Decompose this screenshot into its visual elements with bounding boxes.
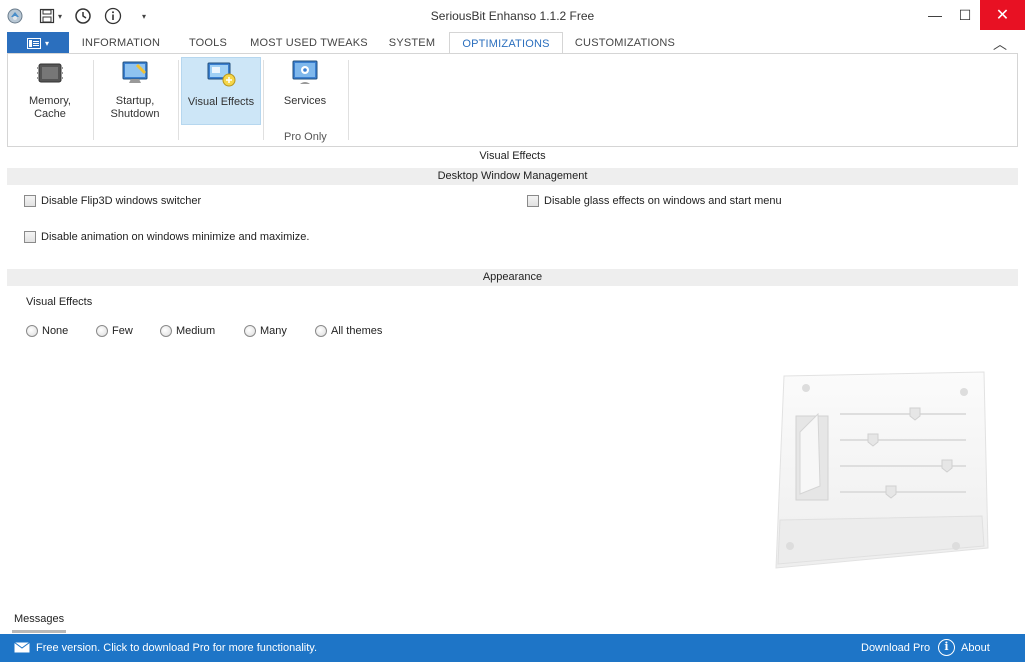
radio-label: Medium [176, 325, 216, 337]
section-appearance: Appearance [7, 269, 1018, 286]
radio-dot[interactable] [315, 325, 327, 337]
file-menu-button[interactable]: ▾ [7, 32, 69, 54]
menu-icon [26, 37, 41, 49]
radio-none[interactable]: None [26, 325, 96, 337]
services-button[interactable]: Services [270, 57, 340, 125]
section-desktop-window-management: Desktop Window Management [7, 168, 1018, 185]
window-title: SeriousBit Enhanso 1.1.2 Free [430, 9, 595, 23]
checkbox-box[interactable] [527, 195, 539, 207]
tab-tools[interactable]: TOOLS [178, 32, 238, 54]
radio-label: Few [112, 325, 133, 337]
page-title: Visual Effects [479, 150, 546, 162]
tab-system[interactable]: SYSTEM [381, 32, 443, 54]
ribbon-separator [348, 60, 349, 140]
chevron-down-icon: ▾ [44, 38, 49, 48]
startup-shutdown-button[interactable]: Startup, Shutdown [100, 57, 170, 125]
radio-dot[interactable] [160, 325, 172, 337]
messages-tab-indicator [12, 630, 66, 633]
tab-most-used-tweaks[interactable]: MOST USED TWEAKS [250, 32, 368, 54]
tab-customizations[interactable]: CUSTOMIZATIONS [570, 32, 680, 54]
memory-cache-label: Memory, Cache [29, 95, 71, 120]
services-icon [289, 57, 321, 89]
ribbon-separator [263, 60, 264, 140]
startup-shutdown-label: Startup, Shutdown [110, 95, 160, 120]
radio-medium[interactable]: Medium [160, 325, 244, 337]
checkbox-label: Disable animation on windows minimize an… [41, 231, 310, 243]
radio-dot[interactable] [96, 325, 108, 337]
checkbox-disable-glass-effects[interactable]: Disable glass effects on windows and sta… [527, 195, 782, 207]
window-controls: — ☐ ✕ [920, 0, 1025, 30]
services-label: Services [283, 95, 327, 107]
radio-few[interactable]: Few [96, 325, 160, 337]
visual-effects-icon [205, 58, 237, 90]
tab-optimizations[interactable]: OPTIMIZATIONS [449, 32, 563, 54]
radio-all-themes[interactable]: All themes [315, 325, 382, 337]
visual-effects-group-label: Visual Effects [26, 296, 93, 308]
maximize-button[interactable]: ☐ [950, 0, 980, 30]
collapse-ribbon-icon[interactable]: ︿ [993, 34, 1007, 54]
memory-chip-icon [34, 57, 66, 89]
checkbox-disable-flip3d[interactable]: Disable Flip3D windows switcher [24, 195, 201, 207]
tweaks-illustration [770, 370, 992, 572]
ribbon-separator [178, 60, 179, 140]
checkbox-disable-animation[interactable]: Disable animation on windows minimize an… [24, 231, 309, 243]
startup-monitor-icon [119, 57, 151, 89]
checkbox-label: Disable Flip3D windows switcher [41, 195, 202, 207]
download-pro-link[interactable]: Download Pro [861, 642, 930, 654]
checkbox-box[interactable] [24, 231, 36, 243]
messages-tab[interactable]: Messages [14, 613, 64, 625]
status-message-link[interactable]: Free version. Click to download Pro for … [36, 642, 317, 654]
about-info-icon[interactable]: i [938, 639, 955, 656]
pro-only-group-label: Pro Only [284, 131, 327, 143]
radio-dot[interactable] [26, 325, 38, 337]
minimize-button[interactable]: — [920, 0, 950, 30]
radio-dot[interactable] [244, 325, 256, 337]
visual-effects-label: Visual Effects [187, 96, 255, 108]
radio-label: Many [260, 325, 287, 337]
visual-effects-radio-group: None Few Medium Many All themes [26, 325, 382, 337]
memory-cache-button[interactable]: Memory, Cache [16, 57, 84, 125]
status-bar: Free version. Click to download Pro for … [0, 634, 1025, 662]
title-bar: ▾ ▾ SeriousBit Enhanso 1.1.2 Free — ☐ ✕ [0, 0, 1025, 32]
checkbox-label: Disable glass effects on windows and sta… [544, 195, 782, 207]
ribbon-tab-bar: ▾ INFORMATION TOOLS MOST USED TWEAKS SYS… [0, 32, 1025, 54]
visual-effects-button[interactable]: Visual Effects [181, 57, 261, 125]
radio-many[interactable]: Many [244, 325, 315, 337]
tab-information[interactable]: INFORMATION [75, 32, 167, 54]
radio-label: All themes [331, 325, 383, 337]
mail-icon [14, 642, 30, 656]
checkbox-box[interactable] [24, 195, 36, 207]
radio-label: None [42, 325, 69, 337]
ribbon-panel: Memory, Cache Startup, Shutdown Visual E… [7, 53, 1018, 147]
about-link[interactable]: About [961, 642, 990, 654]
ribbon-separator [93, 60, 94, 140]
close-button[interactable]: ✕ [980, 0, 1025, 30]
